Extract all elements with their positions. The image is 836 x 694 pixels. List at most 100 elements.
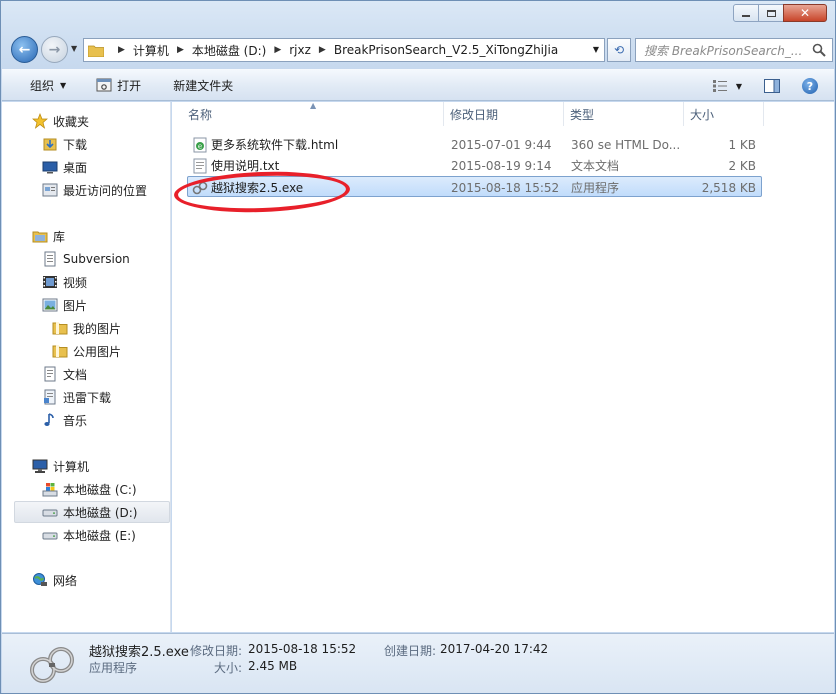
sidebar-item-drive-e[interactable]: 本地磁盘 (E:) <box>42 524 136 546</box>
sidebar-item-subversion[interactable]: Subversion <box>42 248 130 270</box>
help-icon: ? <box>802 78 818 94</box>
sidebar-item-desktop[interactable]: 桌面 <box>42 156 87 178</box>
sidebar-item-drive-c[interactable]: 本地磁盘 (C:) <box>42 478 137 500</box>
view-details-icon <box>713 80 727 92</box>
hard-drive-icon <box>42 527 58 543</box>
address-dropdown-icon[interactable]: ▼ <box>593 45 599 54</box>
sidebar-item-public-pictures[interactable]: 公用图片 <box>52 340 121 362</box>
sort-ascending-icon: ▲ <box>310 102 317 110</box>
file-size: 1 KB <box>728 137 756 152</box>
preview-pane-icon <box>764 79 780 93</box>
sidebar-item-favorites[interactable]: 收藏夹 <box>32 110 89 132</box>
sidebar-item-label: 库 <box>53 229 66 244</box>
text-file-icon <box>192 155 210 176</box>
sidebar-item-pictures[interactable]: 图片 <box>42 294 87 316</box>
folder-icon <box>52 343 68 359</box>
breadcrumb-separator-icon[interactable]: ▶ <box>274 45 281 55</box>
organize-button[interactable]: 组织 ▼ <box>20 73 76 97</box>
sidebar-item-label: 计算机 <box>53 459 90 474</box>
search-input[interactable]: 搜索 BreakPrisonSearch_... <box>635 38 833 62</box>
details-modified-label: 修改日期: <box>190 644 243 658</box>
sidebar-item-label: 下载 <box>63 137 88 152</box>
file-modified: 2015-08-19 9:14 <box>451 158 552 173</box>
preview-pane-button[interactable] <box>760 74 784 98</box>
folder-icon <box>52 320 68 336</box>
forward-arrow-icon: → <box>48 41 61 58</box>
libraries-icon <box>32 228 48 244</box>
file-row[interactable]: e 更多系统软件下载.html 2015-07-01 9:44 360 se H… <box>188 134 762 155</box>
desktop-icon <box>42 159 58 175</box>
file-type: 应用程序 <box>571 181 620 195</box>
sidebar-item-libraries[interactable]: 库 <box>32 225 65 247</box>
explorer-window: ✕ ← → ▼ ▶ 计算机 ▶ 本地磁盘 (D:) ▶ rjxz ▶ Break… <box>0 0 836 694</box>
change-view-button[interactable] <box>708 74 732 98</box>
sidebar-item-videos[interactable]: 视频 <box>42 271 87 293</box>
refresh-button[interactable]: ⟲ <box>607 38 631 62</box>
breadcrumb-computer[interactable]: 计算机 <box>133 42 169 59</box>
subversion-library-icon <box>42 251 58 267</box>
column-type[interactable]: 类型 <box>564 102 684 126</box>
computer-icon <box>32 458 48 474</box>
sidebar-item-downloads[interactable]: 下载 <box>42 133 87 155</box>
address-bar[interactable]: ▶ 计算机 ▶ 本地磁盘 (D:) ▶ rjxz ▶ BreakPrisonSe… <box>83 38 605 62</box>
sidebar-item-label: 收藏夹 <box>53 114 90 129</box>
minimize-button[interactable] <box>733 4 759 22</box>
html-file-icon: e <box>192 134 210 155</box>
handcuffs-app-icon <box>30 647 74 683</box>
details-pane: 越狱搜索2.5.exe 应用程序 修改日期: 2015-08-18 15:52 … <box>2 633 834 693</box>
sidebar-item-label: 桌面 <box>63 160 88 175</box>
sidebar-item-label: Subversion <box>63 252 130 266</box>
column-modified[interactable]: 修改日期 <box>444 102 564 126</box>
file-row-selected[interactable]: 越狱搜索2.5.exe 2015-08-18 15:52 应用程序 2,518 … <box>187 176 762 197</box>
column-label: 修改日期 <box>450 107 499 122</box>
sidebar-item-network[interactable]: 网络 <box>32 569 77 591</box>
column-label: 类型 <box>570 107 595 122</box>
breadcrumb-current-folder[interactable]: BreakPrisonSearch_V2.5_XiTongZhiJia <box>334 43 558 57</box>
open-label: 打开 <box>117 78 142 93</box>
sidebar-item-thunder-downloads[interactable]: 迅雷下载 <box>42 386 111 408</box>
command-bar: 组织 ▼ 打开 新建文件夹 ▼ ? <box>2 69 834 101</box>
details-created-label: 创建日期: <box>384 644 437 658</box>
navigation-bar: ← → ▼ ▶ 计算机 ▶ 本地磁盘 (D:) ▶ rjxz ▶ BreakPr… <box>11 35 833 63</box>
breadcrumb-separator-icon[interactable]: ▶ <box>177 45 184 55</box>
network-icon <box>32 572 48 588</box>
breadcrumb-separator-icon[interactable]: ▶ <box>118 45 125 55</box>
open-button[interactable]: 打开 <box>86 73 151 97</box>
file-name: 使用说明.txt <box>211 159 280 173</box>
sidebar-item-computer[interactable]: 计算机 <box>32 455 89 477</box>
forward-button[interactable]: → <box>41 36 68 63</box>
details-size-label: 大小: <box>214 661 243 675</box>
sidebar-item-music[interactable]: 音乐 <box>42 409 87 431</box>
sidebar-item-label: 文档 <box>63 367 88 382</box>
search-icon[interactable] <box>812 43 826 57</box>
file-row[interactable]: 使用说明.txt 2015-08-19 9:14 文本文档 2 KB <box>188 155 762 176</box>
sidebar-item-documents[interactable]: 文档 <box>42 363 87 385</box>
view-options-dropdown[interactable]: ▼ <box>732 74 746 98</box>
help-button[interactable]: ? <box>798 74 822 98</box>
recent-pages-dropdown[interactable]: ▼ <box>71 44 77 53</box>
navigation-pane: 收藏夹 下载 桌面 最近访问的位置 库 Subversion 视频 图片 我的图… <box>2 102 171 632</box>
file-name: 更多系统软件下载.html <box>211 138 339 152</box>
back-button[interactable]: ← <box>11 36 38 63</box>
breadcrumb-separator-icon[interactable]: ▶ <box>319 45 326 55</box>
file-type: 文本文档 <box>571 159 620 173</box>
sidebar-item-my-pictures[interactable]: 我的图片 <box>52 317 121 339</box>
new-folder-button[interactable]: 新建文件夹 <box>163 73 243 97</box>
column-size[interactable]: 大小 <box>684 102 764 126</box>
maximize-button[interactable] <box>758 4 784 22</box>
video-library-icon <box>42 274 58 290</box>
minimize-icon <box>742 14 750 17</box>
organize-label: 组织 <box>30 78 55 93</box>
chevron-down-icon: ▼ <box>60 80 67 90</box>
sidebar-item-drive-d[interactable]: 本地磁盘 (D:) <box>14 501 170 523</box>
pictures-library-icon <box>42 297 58 313</box>
breadcrumb-rjxz[interactable]: rjxz <box>289 43 311 57</box>
refresh-icon: ⟲ <box>613 43 625 57</box>
documents-library-icon <box>42 366 58 382</box>
caption-buttons: ✕ <box>733 4 827 22</box>
handcuffs-app-icon <box>192 177 210 198</box>
close-button[interactable]: ✕ <box>783 4 827 22</box>
star-icon <box>32 113 48 129</box>
sidebar-item-recent-places[interactable]: 最近访问的位置 <box>42 179 147 201</box>
breadcrumb-drive-d[interactable]: 本地磁盘 (D:) <box>192 42 266 59</box>
